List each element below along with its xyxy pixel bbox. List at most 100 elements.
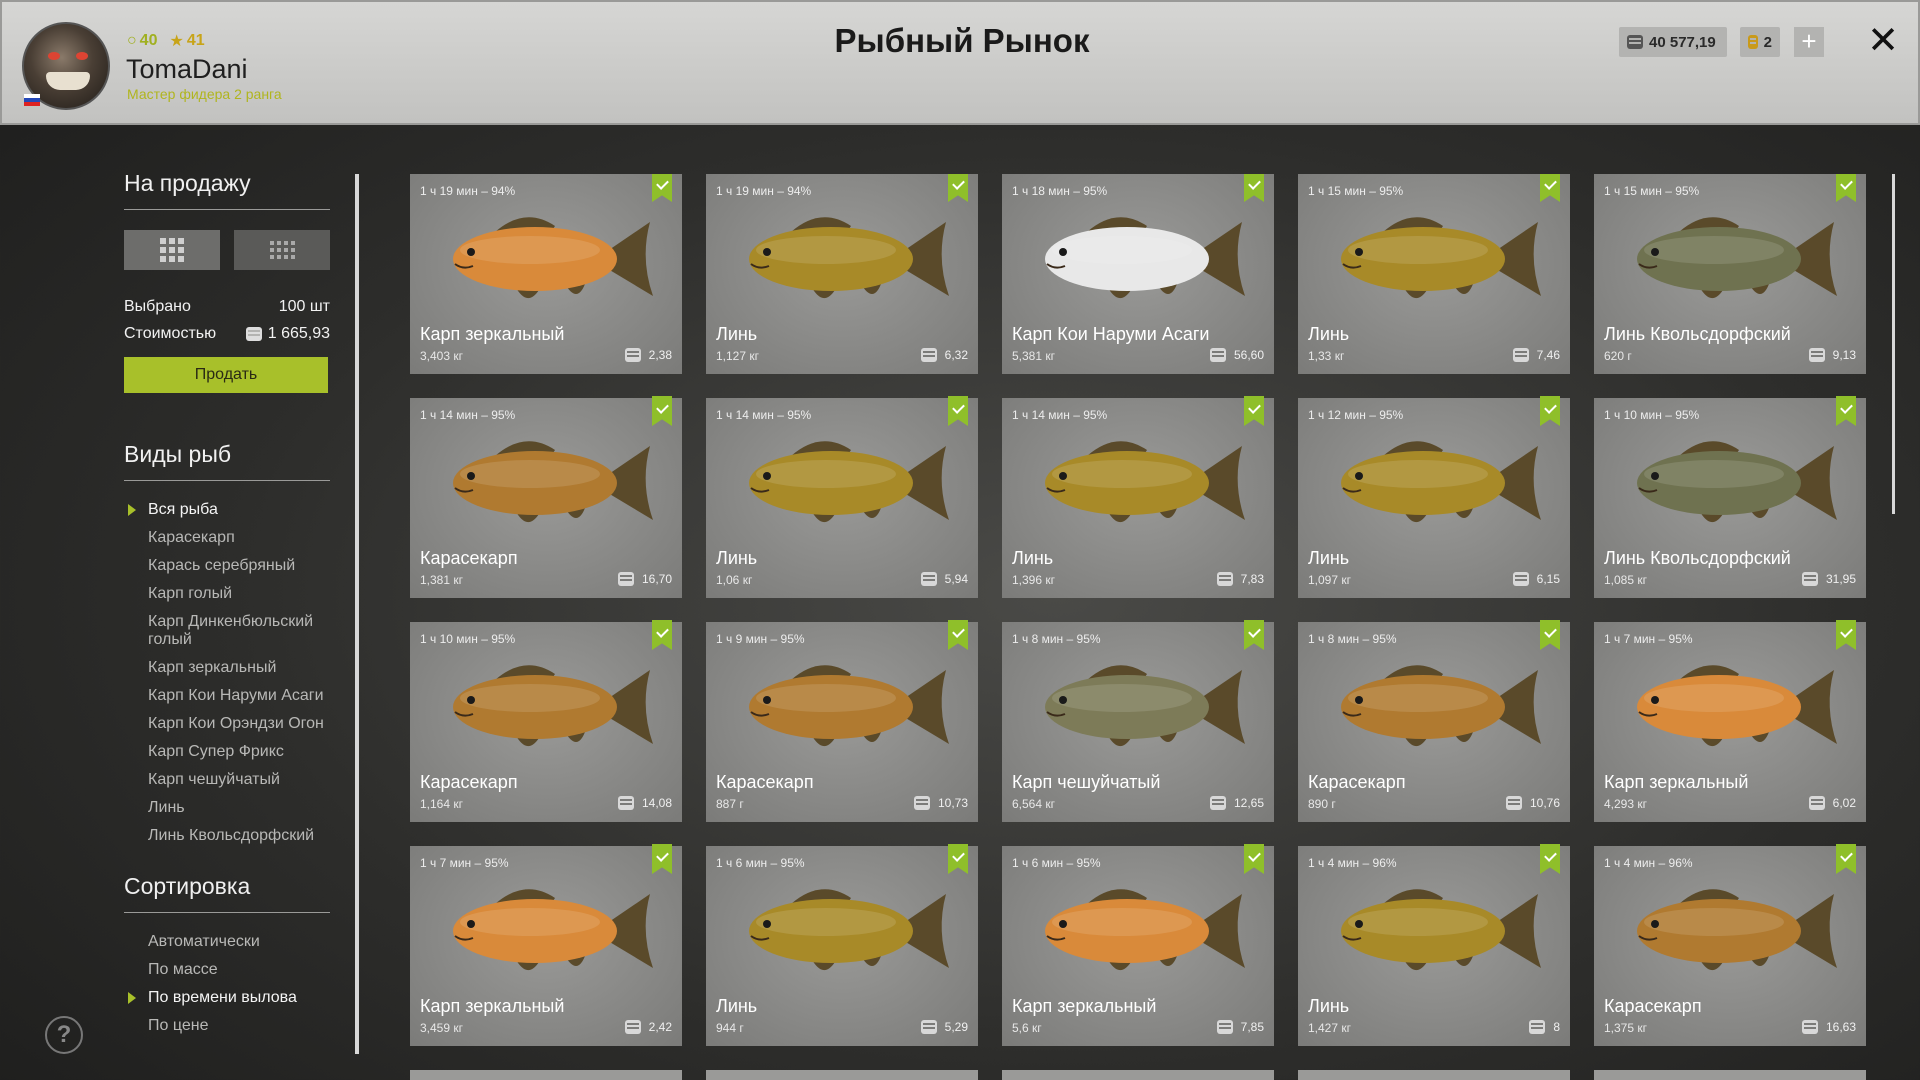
fish-card[interactable]: 1 ч 10 мин – 95% Линь Квольсдорфский 1,0…: [1594, 396, 1866, 598]
silver-coin-icon: [1505, 796, 1522, 810]
fish-card[interactable]: 1 ч 6 мин – 95% Карп зеркальный 5,6 кг 7…: [1002, 844, 1274, 1046]
fish-weight: 1,085 кг: [1604, 573, 1647, 587]
price-value: 2,38: [648, 348, 672, 362]
close-button[interactable]: ✕: [1865, 22, 1901, 60]
fish-card[interactable]: 1 ч 8 мин – 95% Карасекарп 890 г 10,76: [1298, 620, 1570, 822]
fish-card[interactable]: 1 ч 6 мин – 95% Линь 944 г 5,29: [706, 844, 978, 1046]
price-value: 31,95: [1825, 572, 1856, 586]
selected-check-icon[interactable]: [1244, 396, 1264, 426]
silver-coin-icon: [1801, 1020, 1818, 1034]
fish-card[interactable]: 1 ч 8 мин – 95% Карп чешуйчатый 6,564 кг…: [1002, 620, 1274, 822]
price-value: 5,94: [944, 572, 968, 586]
species-item[interactable]: Карп зеркальный: [148, 659, 330, 677]
species-item[interactable]: Карась серебряный: [148, 557, 330, 575]
selected-check-icon[interactable]: [948, 396, 968, 426]
add-currency-button[interactable]: +: [1794, 27, 1824, 57]
small-grid-view-button[interactable]: [234, 230, 330, 270]
fish-card-partial[interactable]: [410, 1070, 682, 1080]
sort-option[interactable]: По времени вылова: [128, 989, 330, 1007]
fish-price: 31,95: [1801, 572, 1856, 586]
sort-option[interactable]: По цене: [148, 1017, 330, 1035]
sort-option[interactable]: Автоматически: [148, 933, 330, 951]
fish-card-partial[interactable]: [706, 1070, 978, 1080]
fish-card[interactable]: 1 ч 4 мин – 96% Карасекарп 1,375 кг 16,6…: [1594, 844, 1866, 1046]
fish-card-partial[interactable]: [1002, 1070, 1274, 1080]
species-list: Вся рыба Карасекарп Карась серебряный Ка…: [124, 501, 330, 845]
fish-name: Карп зеркальный: [1604, 772, 1749, 792]
catch-time: 1 ч 8 мин – 95%: [1012, 632, 1101, 646]
fish-card[interactable]: 1 ч 10 мин – 95% Карасекарп 1,164 кг 14,…: [410, 620, 682, 822]
selected-check-icon[interactable]: [1244, 844, 1264, 874]
selected-check-icon[interactable]: [1836, 174, 1856, 202]
selected-check-icon[interactable]: [1836, 844, 1856, 874]
selected-check-icon[interactable]: [652, 620, 672, 650]
selected-check-icon[interactable]: [1244, 620, 1264, 650]
large-grid-view-button[interactable]: [124, 230, 220, 270]
fish-card[interactable]: 1 ч 14 мин – 95% Карасекарп 1,381 кг 16,…: [410, 396, 682, 598]
avatar-mouth: [46, 72, 90, 90]
fish-weight: 3,459 кг: [420, 1021, 463, 1035]
cost-amount: 1 665,93: [245, 325, 330, 343]
selected-check-icon[interactable]: [948, 844, 968, 874]
selected-check-icon[interactable]: [1540, 620, 1560, 650]
selected-check-icon[interactable]: [1540, 844, 1560, 874]
fish-weight: 1,33 кг: [1308, 349, 1345, 363]
species-item[interactable]: Карп голый: [148, 585, 330, 603]
sidebar-scrollbar[interactable]: [355, 174, 359, 1054]
selected-check-icon[interactable]: [948, 174, 968, 202]
species-item[interactable]: Карасекарп: [148, 529, 330, 547]
selected-check-icon[interactable]: [652, 396, 672, 426]
small-grid-icon: [269, 241, 295, 259]
fish-card[interactable]: 1 ч 12 мин – 95% Линь 1,097 кг 6,15: [1298, 396, 1570, 598]
selected-check-icon[interactable]: [1540, 174, 1560, 202]
selected-check-icon[interactable]: [948, 620, 968, 650]
sort-option[interactable]: По массе: [148, 961, 330, 979]
selected-check-icon[interactable]: [652, 844, 672, 874]
fish-image: [749, 889, 949, 971]
fish-image: [1341, 217, 1541, 299]
fish-card[interactable]: 1 ч 7 мин – 95% Карп зеркальный 4,293 кг…: [1594, 620, 1866, 822]
selected-check-icon[interactable]: [652, 174, 672, 202]
fish-card[interactable]: 1 ч 15 мин – 95% Линь 1,33 кг 7,46: [1298, 174, 1570, 374]
fish-price: 56,60: [1209, 348, 1264, 362]
fish-card-partial[interactable]: [1594, 1070, 1866, 1080]
fish-card[interactable]: 1 ч 14 мин – 95% Линь 1,06 кг 5,94: [706, 396, 978, 598]
help-icon[interactable]: ?: [45, 1016, 83, 1054]
silver-coin-icon: [1216, 572, 1233, 586]
fish-card[interactable]: 1 ч 19 мин – 94% Линь 1,127 кг 6,32: [706, 174, 978, 374]
silver-coin-icon: [617, 572, 634, 586]
fish-card[interactable]: 1 ч 15 мин – 95% Линь Квольсдорфский 620…: [1594, 174, 1866, 374]
catch-time: 1 ч 14 мин – 95%: [716, 408, 812, 422]
fish-card[interactable]: 1 ч 19 мин – 94% Карп зеркальный 3,403 к…: [410, 174, 682, 374]
fish-card[interactable]: 1 ч 18 мин – 95% Карп Кои Наруми Асаги 5…: [1002, 174, 1274, 374]
catch-time: 1 ч 4 мин – 96%: [1308, 856, 1397, 870]
species-item[interactable]: Линь: [148, 799, 330, 817]
fish-name: Карасекарп: [1308, 772, 1406, 792]
species-item[interactable]: Карп Кои Наруми Асаги: [148, 687, 330, 705]
fish-card[interactable]: 1 ч 14 мин – 95% Линь 1,396 кг 7,83: [1002, 396, 1274, 598]
selected-check-icon[interactable]: [1244, 174, 1264, 202]
silver-coin-icon: [617, 796, 634, 810]
fish-card[interactable]: 1 ч 4 мин – 96% Линь 1,427 кг 8: [1298, 844, 1570, 1046]
grid-scrollbar[interactable]: [1892, 174, 1895, 514]
fish-price: 6,02: [1808, 796, 1856, 810]
catch-time: 1 ч 10 мин – 95%: [420, 632, 516, 646]
species-item[interactable]: Вся рыба: [128, 501, 330, 519]
fish-card-partial[interactable]: [1298, 1070, 1570, 1080]
sell-button[interactable]: Продать: [124, 357, 328, 393]
fish-card[interactable]: 1 ч 9 мин – 95% Карасекарп 887 г 10,73: [706, 620, 978, 822]
species-item[interactable]: Карп Кои Орэндзи Огон: [148, 715, 330, 733]
selected-check-icon[interactable]: [1836, 620, 1856, 650]
species-item[interactable]: Линь Квольсдорфский: [148, 827, 330, 845]
selected-check-icon[interactable]: [1836, 396, 1856, 426]
species-item[interactable]: Карп Динкенбюльский голый: [148, 613, 330, 649]
catch-time: 1 ч 10 мин – 95%: [1604, 408, 1700, 422]
fish-weight: 1,381 кг: [420, 573, 463, 587]
selected-check-icon[interactable]: [1540, 396, 1560, 426]
fish-name: Карасекарп: [716, 772, 814, 792]
fish-price: 9,13: [1808, 348, 1856, 362]
species-item[interactable]: Карп Супер Фрикс: [148, 743, 330, 761]
species-item[interactable]: Карп чешуйчатый: [148, 771, 330, 789]
fish-card[interactable]: 1 ч 7 мин – 95% Карп зеркальный 3,459 кг…: [410, 844, 682, 1046]
silver-coin-icon: [1209, 348, 1226, 362]
